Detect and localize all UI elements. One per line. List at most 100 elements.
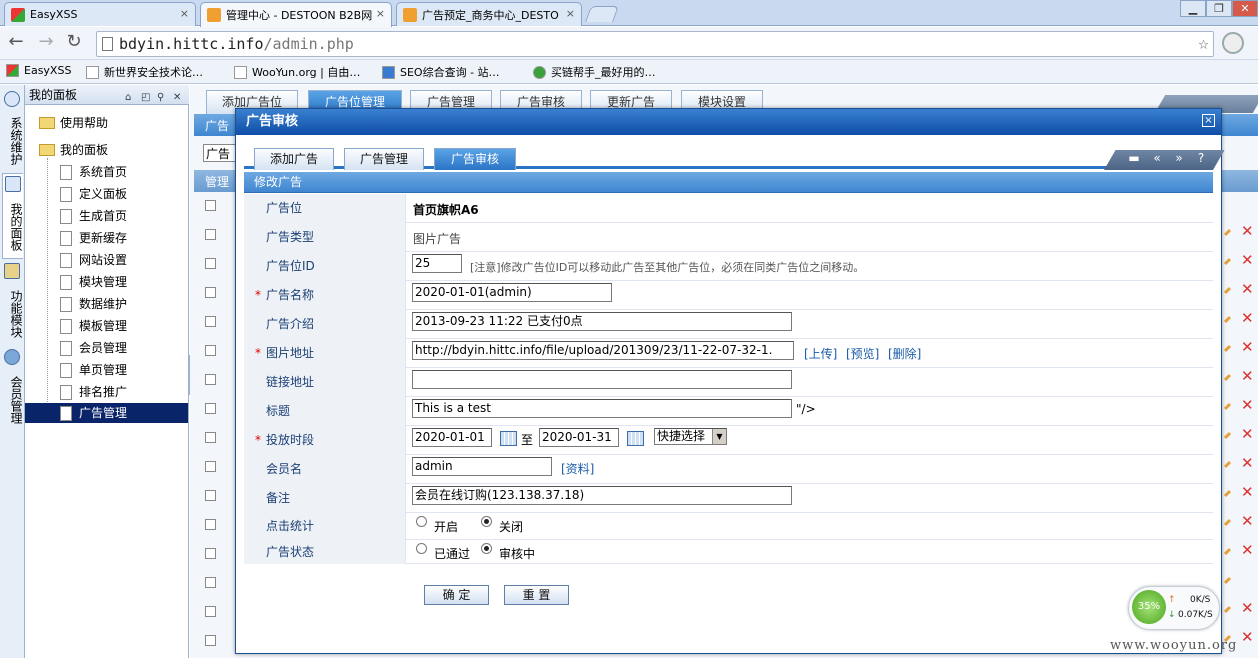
tree-item[interactable]: 排名推广: [60, 382, 127, 402]
bg-row-checkbox[interactable]: [205, 635, 216, 646]
back-button[interactable]: ←: [4, 31, 28, 52]
bg-row-checkbox[interactable]: [205, 548, 216, 559]
close-icon[interactable]: ✕: [173, 88, 181, 108]
close-tab-icon[interactable]: ×: [562, 7, 575, 20]
bookmark-wooyun[interactable]: WooYun.org | 自由…: [234, 64, 360, 80]
delete-icon[interactable]: ✕: [1241, 309, 1254, 327]
strip-tab-modules[interactable]: 功能模块: [2, 261, 23, 345]
new-tab-button[interactable]: [585, 6, 619, 22]
delete-icon[interactable]: ✕: [1241, 222, 1254, 240]
tree-item[interactable]: 更新缓存: [60, 228, 127, 248]
ad-name-input[interactable]: 2020-01-01(admin): [412, 283, 612, 302]
delete-icon[interactable]: ✕: [1241, 425, 1254, 443]
status-approved-radio[interactable]: [416, 543, 427, 554]
tree-item[interactable]: 生成首页: [60, 206, 127, 226]
tree-item[interactable]: 模块管理: [60, 272, 127, 292]
minimize-button[interactable]: ▁: [1180, 0, 1206, 17]
tree-folder-help[interactable]: 使用帮助: [39, 113, 108, 133]
tree-item[interactable]: 网站设置: [60, 250, 127, 270]
tab-ad-review[interactable]: 广告审核: [434, 148, 516, 170]
browser-tab-ad-booking[interactable]: 广告预定_商务中心_DESTO ×: [396, 2, 582, 26]
bg-row-checkbox[interactable]: [205, 374, 216, 385]
caption-input[interactable]: This is a test: [412, 399, 792, 418]
bg-row-checkbox[interactable]: [205, 258, 216, 269]
bg-row-checkbox[interactable]: [205, 229, 216, 240]
strip-tab-system[interactable]: 系统维护: [2, 89, 23, 171]
browser-tab-easyxss[interactable]: EasyXSS ×: [4, 2, 196, 26]
bookmark-security-forum[interactable]: 新世界安全技术论…: [86, 64, 203, 80]
help-icon[interactable]: ?: [1193, 151, 1209, 165]
status-pending-radio[interactable]: [481, 543, 492, 554]
delete-icon[interactable]: ✕: [1241, 512, 1254, 530]
dialog-title[interactable]: 广告审核: [236, 109, 1221, 135]
window-icon[interactable]: ◰: [141, 88, 150, 108]
bg-row-checkbox[interactable]: [205, 490, 216, 501]
delete-icon[interactable]: ✕: [1241, 454, 1254, 472]
back-icon[interactable]: «: [1149, 151, 1165, 165]
bg-row-checkbox[interactable]: [205, 287, 216, 298]
bg-row-checkbox[interactable]: [205, 345, 216, 356]
user-avatar-icon[interactable]: [1222, 32, 1244, 54]
bg-row-checkbox[interactable]: [205, 519, 216, 530]
image-url-input[interactable]: http://bdyin.hittc.info/file/upload/2013…: [412, 341, 794, 360]
dialog-close-button[interactable]: ×: [1202, 114, 1215, 127]
delete-icon[interactable]: ✕: [1241, 396, 1254, 414]
close-tab-icon[interactable]: ×: [180, 7, 189, 20]
link-url-input[interactable]: [412, 370, 792, 389]
bg-row-checkbox[interactable]: [205, 461, 216, 472]
minimize-panel-icon[interactable]: ▬: [1126, 151, 1142, 165]
member-input[interactable]: admin: [412, 457, 552, 476]
position-id-input[interactable]: 25: [412, 254, 462, 273]
upload-link[interactable]: [上传]: [804, 345, 837, 362]
tree-item[interactable]: 系统首页: [60, 162, 127, 182]
preview-link[interactable]: [预览]: [846, 345, 879, 362]
reload-button[interactable]: ↻: [62, 31, 86, 52]
strip-tab-members[interactable]: 会员管理: [2, 347, 23, 431]
forward-icon[interactable]: »: [1171, 151, 1187, 165]
bg-row-checkbox[interactable]: [205, 577, 216, 588]
home-icon[interactable]: ⌂: [125, 88, 131, 108]
tree-item[interactable]: 会员管理: [60, 338, 127, 358]
delete-icon[interactable]: ✕: [1241, 251, 1254, 269]
tab-add-ad[interactable]: 添加广告: [254, 148, 334, 170]
delete-icon[interactable]: ✕: [1241, 280, 1254, 298]
ad-intro-input[interactable]: 2013-09-23 11:22 已支付0点: [412, 312, 792, 331]
delete-icon[interactable]: ✕: [1241, 338, 1254, 356]
bookmark-link-helper[interactable]: 买链帮手_最好用的…: [533, 64, 656, 80]
end-date-input[interactable]: 2020-01-31: [539, 428, 619, 447]
tree-folder-my-panel[interactable]: 我的面板: [39, 140, 108, 160]
delete-image-link[interactable]: [删除]: [888, 345, 921, 362]
maximize-button[interactable]: ❐: [1206, 0, 1232, 17]
click-stats-on-radio[interactable]: [416, 516, 427, 527]
delete-icon[interactable]: ✕: [1241, 541, 1254, 559]
calendar-icon[interactable]: [627, 431, 644, 446]
close-window-button[interactable]: ✕: [1232, 0, 1258, 17]
delete-icon[interactable]: ✕: [1241, 367, 1254, 385]
bg-row-checkbox[interactable]: [205, 432, 216, 443]
calendar-icon[interactable]: [500, 431, 517, 446]
click-stats-off-radio[interactable]: [481, 516, 492, 527]
search-icon[interactable]: ⚲: [157, 88, 164, 108]
browser-tab-admin[interactable]: 管理中心 - DESTOON B2B网 ×: [200, 2, 392, 27]
bookmark-easyxss[interactable]: EasyXSS: [6, 64, 71, 77]
bg-row-checkbox[interactable]: [205, 316, 216, 327]
bg-row-checkbox[interactable]: [205, 200, 216, 211]
remark-input[interactable]: 会员在线订购(123.138.37.18): [412, 486, 792, 505]
reset-button[interactable]: 重 置: [504, 585, 569, 605]
tree-item[interactable]: 单页管理: [60, 360, 127, 380]
bg-row-checkbox[interactable]: [205, 606, 216, 617]
close-tab-icon[interactable]: ×: [372, 7, 385, 20]
confirm-button[interactable]: 确 定: [424, 585, 489, 605]
start-date-input[interactable]: 2020-01-01: [412, 428, 492, 447]
bg-input[interactable]: 广告: [203, 144, 239, 162]
bg-row-checkbox[interactable]: [205, 403, 216, 414]
delete-icon[interactable]: ✕: [1241, 599, 1254, 617]
tree-item[interactable]: 定义面板: [60, 184, 127, 204]
bookmark-star-icon[interactable]: ☆: [1198, 32, 1209, 56]
forward-button[interactable]: →: [34, 31, 58, 52]
delete-icon[interactable]: ✕: [1241, 483, 1254, 501]
tab-ad-management[interactable]: 广告管理: [344, 148, 424, 170]
bookmark-seo[interactable]: SEO综合查询 - 站…: [382, 64, 500, 80]
tree-item[interactable]: 模板管理: [60, 316, 127, 336]
strip-tab-my-panel[interactable]: 我的面板: [2, 173, 23, 259]
